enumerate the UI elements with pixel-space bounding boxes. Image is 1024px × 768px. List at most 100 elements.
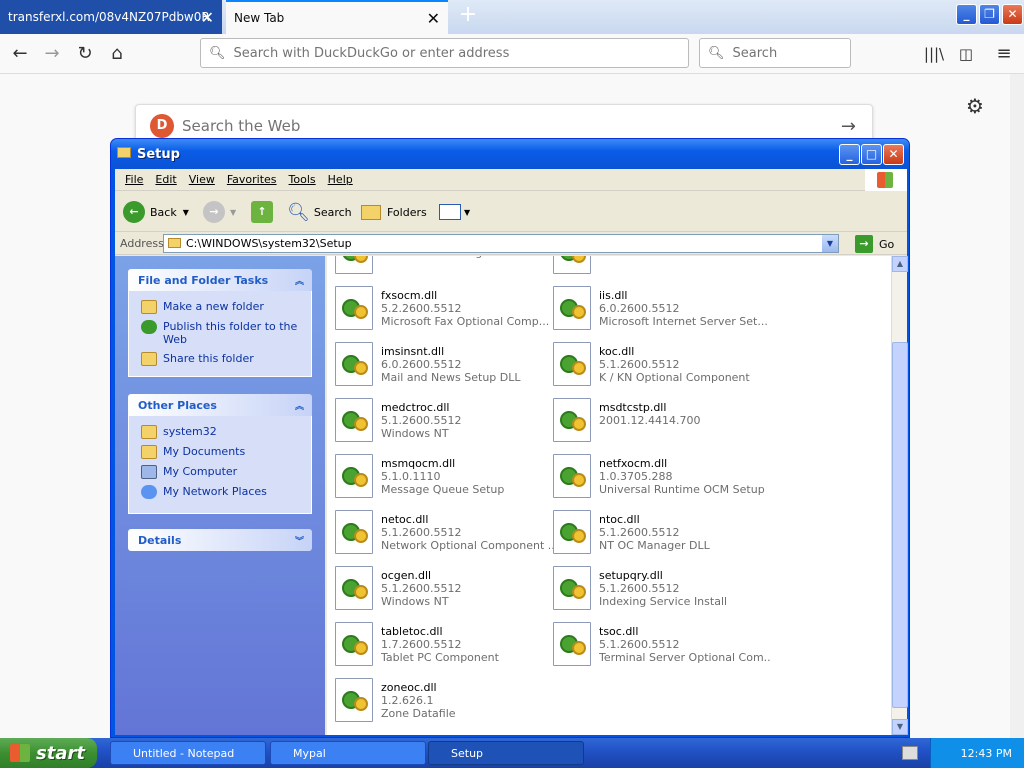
chevron-down-icon[interactable]: ▼ bbox=[464, 208, 470, 217]
file-description: Windows NT bbox=[381, 427, 449, 440]
maximize-button[interactable]: □ bbox=[861, 144, 882, 165]
close-icon[interactable]: ✕ bbox=[427, 9, 440, 28]
dll-file-icon bbox=[335, 566, 373, 610]
search-input[interactable]: 🔍︎ Search bbox=[699, 38, 851, 68]
sidebar-icon[interactable]: ◫ bbox=[952, 40, 980, 68]
windows-logo-icon bbox=[10, 744, 30, 762]
views-button[interactable]: ▼ bbox=[439, 200, 470, 224]
file-name: tsoc.dll bbox=[599, 625, 639, 638]
file-item[interactable]: iis.dll 6.0.2600.5512 Microsoft Internet S… bbox=[553, 286, 771, 338]
folders-button[interactable]: Folders bbox=[361, 200, 427, 224]
restore-button[interactable]: ❐ bbox=[979, 4, 1000, 25]
arrow-right-icon[interactable]: → bbox=[841, 116, 856, 137]
file-item[interactable]: netfxocm.dll 1.0.3705.288 Universal Runtim… bbox=[553, 454, 771, 506]
file-item[interactable]: medctroc.dll 5.1.2600.5512 Windows NT bbox=[335, 398, 553, 450]
details-header[interactable]: Details ︾ bbox=[128, 529, 312, 551]
task-make-new-folder[interactable]: Make a new folder bbox=[129, 297, 311, 317]
address-label: Address bbox=[120, 237, 164, 250]
menu-view[interactable]: View bbox=[183, 173, 221, 186]
chevron-down-icon[interactable]: ▼ bbox=[230, 208, 236, 217]
title-bar[interactable]: Setup bbox=[111, 139, 909, 169]
file-item[interactable]: koc.dll 5.1.2600.5512 K / KN Optional Comp… bbox=[553, 342, 771, 394]
file-item[interactable]: tsoc.dll 5.1.2600.5512 Terminal Server Opt… bbox=[553, 622, 771, 674]
dll-file-icon bbox=[553, 566, 591, 610]
file-description: Network Optional Component ... bbox=[381, 539, 553, 552]
file-item[interactable]: fxsocm.dll 5.2.2600.5512 Microsoft Fax Opt… bbox=[335, 286, 553, 338]
browser-scrollbar[interactable] bbox=[1010, 74, 1024, 738]
taskbar: start Untitled - Notepad Mypal Setup 12:… bbox=[0, 738, 1024, 768]
task-publish-folder[interactable]: Publish this folder to the Web bbox=[129, 317, 311, 349]
file-list: 4.0.2.8924Microsoft FrontPage Server E..… bbox=[327, 256, 891, 735]
file-item[interactable]: 5.1.2600.0Windows NT bbox=[553, 256, 771, 282]
plus-icon[interactable]: + bbox=[456, 4, 480, 28]
file-name: tabletoc.dll bbox=[381, 625, 443, 638]
file-item[interactable]: netoc.dll 5.1.2600.5512 Network Optional C… bbox=[335, 510, 553, 562]
clock: 12:43 PM bbox=[960, 746, 1012, 760]
file-item[interactable]: setupqry.dll 5.1.2600.5512 Indexing Servic… bbox=[553, 566, 771, 618]
file-item[interactable]: 4.0.2.8924Microsoft FrontPage Server E..… bbox=[335, 256, 553, 282]
ddg-placeholder: Search the Web bbox=[182, 117, 301, 135]
file-item[interactable]: ocgen.dll 5.1.2600.5512 Windows NT bbox=[335, 566, 553, 618]
up-folder-button[interactable]: ↑ bbox=[251, 200, 278, 224]
chevron-down-icon[interactable]: ▼ bbox=[822, 235, 838, 252]
back-arrow-icon[interactable]: ← bbox=[6, 40, 34, 68]
other-places-panel: system32 My Documents My Computer My Net… bbox=[128, 416, 312, 514]
other-places-header[interactable]: Other Places ︽ bbox=[128, 394, 312, 416]
tab-transferxl[interactable]: transferxl.com/08v4NZ07Pdbw0R ✕ bbox=[0, 0, 222, 34]
scrollbar[interactable]: ▲ ▼ bbox=[891, 256, 908, 735]
minimize-button[interactable]: _ bbox=[956, 4, 977, 25]
taskbar-item-notepad[interactable]: Untitled - Notepad bbox=[110, 741, 266, 765]
menu-tools[interactable]: Tools bbox=[283, 173, 322, 186]
search-button[interactable]: 🔍︎ Search bbox=[287, 200, 352, 224]
file-description: Microsoft FrontPage Server E... bbox=[381, 256, 550, 259]
file-item[interactable]: tabletoc.dll 1.7.2600.5512 Tablet PC Compo… bbox=[335, 622, 553, 674]
go-button[interactable]: → Go bbox=[855, 234, 894, 254]
place-system32[interactable]: system32 bbox=[129, 422, 311, 442]
gear-icon[interactable]: ⚙ bbox=[966, 94, 984, 118]
menu-edit[interactable]: Edit bbox=[149, 173, 182, 186]
file-description: Windows NT bbox=[599, 256, 667, 259]
taskbar-item-setup[interactable]: Setup bbox=[428, 741, 584, 765]
file-folder-tasks-header[interactable]: File and Folder Tasks ︽ bbox=[128, 269, 312, 291]
scroll-up-arrow-icon[interactable]: ▲ bbox=[892, 256, 908, 272]
keyboard-icon[interactable] bbox=[902, 746, 918, 760]
chevron-up-icon[interactable]: ︽ bbox=[295, 274, 304, 287]
back-button[interactable]: ← Back ▼ bbox=[123, 200, 189, 224]
task-label: Publish this folder to the Web bbox=[163, 320, 298, 346]
menu-help[interactable]: Help bbox=[322, 173, 359, 186]
tab-new-tab[interactable]: New Tab ✕ bbox=[226, 0, 448, 34]
menu-favorites[interactable]: Favorites bbox=[221, 173, 283, 186]
reload-icon[interactable]: ↻ bbox=[71, 40, 99, 68]
panel-title: Other Places bbox=[138, 398, 217, 412]
close-button[interactable]: ✕ bbox=[883, 144, 904, 165]
file-description: Windows NT bbox=[381, 595, 449, 608]
file-item[interactable]: imsinsnt.dll 6.0.2600.5512 Mail and News S… bbox=[335, 342, 553, 394]
scroll-thumb[interactable] bbox=[892, 342, 908, 708]
go-label: Go bbox=[879, 237, 895, 251]
menu-file[interactable]: File bbox=[119, 173, 149, 186]
place-my-documents[interactable]: My Documents bbox=[129, 442, 311, 462]
task-share-folder[interactable]: Share this folder bbox=[129, 349, 311, 369]
home-icon[interactable]: ⌂ bbox=[103, 40, 131, 68]
library-icon[interactable]: |||\ bbox=[920, 40, 948, 68]
menu-icon[interactable]: ≡ bbox=[990, 40, 1018, 68]
file-item[interactable]: ntoc.dll 5.1.2600.5512 NT OC Manager DLL bbox=[553, 510, 771, 562]
scroll-down-arrow-icon[interactable]: ▼ bbox=[892, 719, 908, 735]
address-input[interactable]: C:\WINDOWS\system32\Setup ▼ bbox=[163, 234, 839, 253]
minimize-button[interactable]: _ bbox=[839, 144, 860, 165]
place-my-network-places[interactable]: My Network Places bbox=[129, 482, 311, 502]
start-button[interactable]: start bbox=[0, 738, 97, 768]
place-my-computer[interactable]: My Computer bbox=[129, 462, 311, 482]
file-item[interactable]: zoneoc.dll 1.2.626.1 Zone Datafile bbox=[335, 678, 553, 730]
file-item[interactable]: msmqocm.dll 5.1.0.1110 Message Queue Setup bbox=[335, 454, 553, 506]
chevron-down-icon[interactable]: ︾ bbox=[295, 534, 304, 547]
close-icon[interactable]: ✕ bbox=[201, 8, 214, 27]
forward-arrow-icon[interactable]: → bbox=[38, 40, 66, 68]
close-button[interactable]: ✕ bbox=[1002, 4, 1023, 25]
forward-button[interactable]: → ▼ bbox=[203, 200, 236, 224]
chevron-down-icon[interactable]: ▼ bbox=[183, 208, 189, 217]
chevron-up-icon[interactable]: ︽ bbox=[295, 399, 304, 412]
taskbar-item-mypal[interactable]: Mypal bbox=[270, 741, 426, 765]
url-bar[interactable]: 🔍︎ Search with DuckDuckGo or enter addre… bbox=[200, 38, 689, 68]
file-item[interactable]: msdtcstp.dll 2001.12.4414.700 bbox=[553, 398, 771, 450]
